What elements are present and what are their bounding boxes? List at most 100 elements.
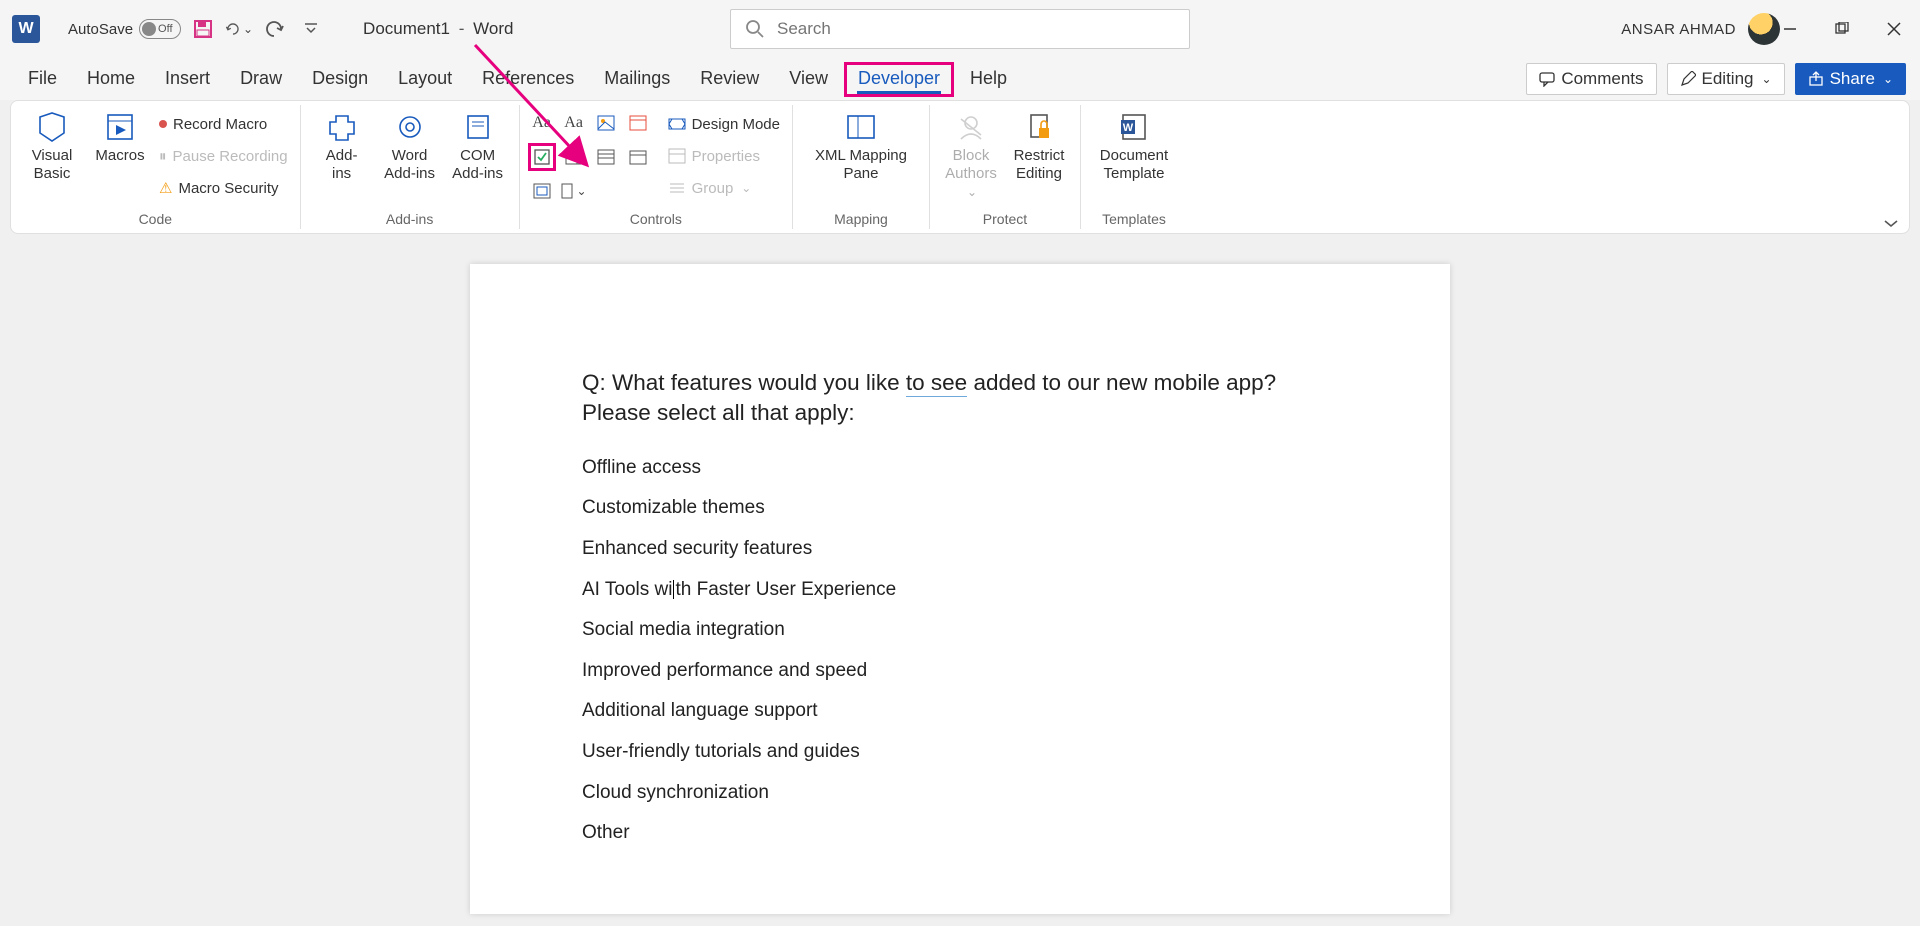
search-input[interactable]: [777, 19, 1175, 39]
tab-home[interactable]: Home: [73, 62, 149, 97]
tab-insert[interactable]: Insert: [151, 62, 224, 97]
checkbox-control[interactable]: [528, 143, 556, 171]
word-logo: [12, 15, 40, 43]
group-label: Group: [692, 180, 734, 197]
plain-text-control[interactable]: Aa: [560, 109, 588, 137]
undo-button[interactable]: ⌄: [225, 15, 253, 43]
save-button[interactable]: [189, 15, 217, 43]
tab-draw[interactable]: Draw: [226, 62, 296, 97]
tab-mailings[interactable]: Mailings: [590, 62, 684, 97]
combobox-control[interactable]: [560, 143, 588, 171]
autosave: AutoSave Off: [68, 19, 181, 39]
document-title: Document1 - Word: [363, 19, 513, 39]
design-mode-label: Design Mode: [692, 116, 780, 133]
restrict-editing-button[interactable]: Restrict Editing: [1006, 107, 1072, 183]
pause-recording-button[interactable]: ⏸Pause Recording: [155, 141, 292, 171]
tab-layout[interactable]: Layout: [384, 62, 466, 97]
document-template-button[interactable]: W Document Template: [1089, 107, 1179, 183]
search-box[interactable]: [730, 9, 1190, 49]
legacy-tools[interactable]: ⌄: [560, 177, 588, 205]
tab-help[interactable]: Help: [956, 62, 1021, 97]
macro-security-button[interactable]: ⚠Macro Security: [155, 173, 292, 203]
record-icon: [159, 120, 167, 128]
xml-icon: [842, 111, 880, 143]
tab-file[interactable]: File: [14, 62, 71, 97]
com-addins-button[interactable]: COM Add-ins: [445, 107, 511, 183]
addins-group-label: Add-ins: [386, 211, 433, 229]
tab-references[interactable]: References: [468, 62, 588, 97]
word-addins-button[interactable]: Word Add-ins: [377, 107, 443, 183]
close-button[interactable]: [1882, 17, 1906, 41]
page[interactable]: Q: What features would you like to see a…: [470, 264, 1450, 914]
tab-view[interactable]: View: [775, 62, 842, 97]
option-2: Enhanced security features: [582, 536, 1338, 563]
app-name: Word: [473, 19, 513, 38]
chevron-down-icon: ⌄: [577, 184, 587, 198]
right-tabs: Comments Editing ⌄ Share ⌄: [1526, 63, 1906, 95]
maximize-button[interactable]: [1830, 17, 1854, 41]
option-3: AI Tools with Faster User Experience: [582, 577, 1338, 604]
design-icon: [668, 116, 686, 132]
pause-label: Pause Recording: [173, 148, 288, 165]
properties-button[interactable]: Properties: [664, 141, 784, 171]
date-picker-control[interactable]: [624, 143, 652, 171]
picture-control[interactable]: [592, 109, 620, 137]
macros-button[interactable]: Macros: [87, 107, 153, 165]
block-label: Block Authors ⌄: [938, 147, 1004, 201]
building-block-control[interactable]: [624, 109, 652, 137]
option-5: Improved performance and speed: [582, 658, 1338, 685]
repeating-section-control[interactable]: [528, 177, 556, 205]
properties-label: Properties: [692, 148, 760, 165]
q-underlined: to see: [906, 370, 967, 397]
controls-label: Controls: [630, 211, 682, 229]
group-controls: Aa Aa ⌄ Design Mode Properti: [520, 105, 793, 229]
addins-label: Add- ins: [326, 147, 358, 183]
tab-developer[interactable]: Developer: [844, 62, 954, 97]
block-authors-button[interactable]: Block Authors ⌄: [938, 107, 1004, 201]
rich-text-control[interactable]: Aa: [528, 109, 556, 137]
svg-text:W: W: [1123, 122, 1134, 134]
chevron-down-icon: ⌄: [741, 181, 751, 195]
avatar[interactable]: [1748, 13, 1780, 45]
block-icon: [952, 111, 990, 143]
addins-button[interactable]: Add- ins: [309, 107, 375, 183]
ribbon-collapse[interactable]: [1883, 217, 1899, 229]
vb-label: Visual Basic: [32, 147, 73, 183]
minimize-button[interactable]: [1778, 17, 1802, 41]
restrict-label: Restrict Editing: [1014, 147, 1065, 183]
doc-name: Document1: [363, 19, 450, 38]
template-icon: W: [1115, 111, 1153, 143]
group-code: Visual Basic Macros Record Macro ⏸Pause …: [11, 105, 301, 229]
share-icon: [1808, 71, 1824, 87]
visual-basic-button[interactable]: Visual Basic: [19, 107, 85, 183]
option-9: Other: [582, 820, 1338, 847]
xml-mapping-button[interactable]: XML Mapping Pane: [801, 107, 921, 183]
editing-mode-button[interactable]: Editing ⌄: [1667, 63, 1785, 95]
search-icon: [745, 19, 765, 39]
group-mapping: XML Mapping Pane Mapping: [793, 105, 930, 229]
tab-review[interactable]: Review: [686, 62, 773, 97]
option-4: Social media integration: [582, 617, 1338, 644]
tab-design[interactable]: Design: [298, 62, 382, 97]
share-button[interactable]: Share ⌄: [1795, 63, 1906, 95]
options-list: Offline accessCustomizable themesEnhance…: [582, 455, 1338, 847]
design-mode-button[interactable]: Design Mode: [664, 109, 784, 139]
group-addins: Add- ins Word Add-ins COM Add-ins Add-in…: [301, 105, 520, 229]
com-icon: [459, 111, 497, 143]
toggle-knob: [142, 22, 156, 36]
properties-icon: [668, 148, 686, 164]
qat-customize[interactable]: [297, 15, 325, 43]
option-7: User-friendly tutorials and guides: [582, 739, 1338, 766]
warning-icon: ⚠: [159, 179, 172, 197]
comments-button[interactable]: Comments: [1526, 63, 1656, 95]
user-area: ANSAR AHMAD: [1621, 13, 1780, 45]
chevron-down-icon: ⌄: [1883, 72, 1893, 86]
templates-label: Templates: [1102, 211, 1166, 229]
group-button[interactable]: Group ⌄: [664, 173, 784, 203]
autosave-toggle[interactable]: Off: [139, 19, 181, 39]
redo-button[interactable]: [261, 15, 289, 43]
dropdown-control[interactable]: [592, 143, 620, 171]
record-macro-button[interactable]: Record Macro: [155, 109, 292, 139]
mapping-label: Mapping: [834, 211, 888, 229]
macros-label: Macros: [95, 147, 144, 165]
